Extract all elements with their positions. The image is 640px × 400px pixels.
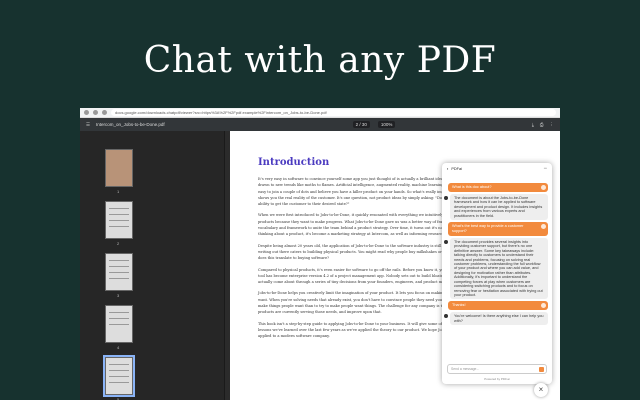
- download-icon[interactable]: ⤓: [532, 122, 534, 128]
- url-field[interactable]: docs.google.com/downloads.chatpdf/viewer…: [111, 109, 556, 116]
- message-text: The document is about the Jobs-to-be-Don…: [454, 196, 543, 218]
- powered-by: Powered by PDF.ai: [484, 377, 510, 381]
- page-thumbnail-selected[interactable]: [103, 355, 135, 397]
- ai-message: You're welcome! Is there anything else I…: [444, 312, 548, 326]
- more-icon[interactable]: ⋮: [550, 122, 555, 128]
- message-text: Thanks!: [452, 303, 466, 308]
- hero-title: Chat with any PDF: [143, 40, 497, 81]
- send-icon[interactable]: [539, 367, 544, 372]
- pdf-toolbar: ☰ Intercom_on_Jobs-to-be-Done.pdf 2 / 30…: [80, 118, 560, 131]
- address-bar-row: docs.google.com/downloads.chatpdf/viewer…: [80, 108, 560, 118]
- user-message: Thanks!: [448, 301, 548, 311]
- reload-icon[interactable]: [102, 110, 107, 115]
- message-text: What is this doc about?: [452, 185, 492, 189]
- chat-input-placeholder: Send a message...: [451, 367, 480, 371]
- message-text: You're welcome! Is there anything else I…: [454, 314, 544, 323]
- ai-avatar-icon: [444, 196, 448, 200]
- message-text: The document provides several insights i…: [454, 240, 543, 297]
- chat-subtitle: [442, 175, 552, 181]
- zoom-level[interactable]: 100%: [377, 121, 396, 128]
- menu-icon[interactable]: ☰: [86, 122, 90, 128]
- message-text: What's the best way to provide a custome…: [452, 224, 524, 234]
- chat-input[interactable]: Send a message...: [447, 364, 547, 374]
- ai-message: The document provides several insights i…: [444, 238, 548, 300]
- thumbnail-number: 2: [117, 241, 120, 246]
- page-indicator[interactable]: 2 / 30: [352, 121, 370, 128]
- app-name: PDFai: [451, 167, 462, 171]
- thumbnail-number: 3: [117, 293, 120, 298]
- page-thumbnail[interactable]: [105, 201, 133, 239]
- print-icon[interactable]: ⎙: [540, 122, 544, 128]
- chat-header: ▪ PDFai −: [442, 163, 552, 175]
- thumbnail-sidebar: 1 2 3 4 5: [80, 131, 225, 400]
- user-avatar-icon: [541, 303, 546, 309]
- user-message: What's the best way to provide a custome…: [448, 222, 548, 237]
- user-avatar-icon: [541, 185, 546, 190]
- ai-message: The document is about the Jobs-to-be-Don…: [444, 194, 548, 221]
- page-thumbnail[interactable]: [105, 149, 133, 187]
- page-thumbnail[interactable]: [105, 253, 133, 291]
- ai-avatar-icon: [444, 240, 448, 245]
- chat-panel: ▪ PDFai − What is this doc about? The do…: [442, 163, 552, 384]
- forward-icon[interactable]: [93, 110, 98, 115]
- user-avatar-icon: [541, 224, 546, 230]
- pdf-filename: Intercom_on_Jobs-to-be-Done.pdf: [96, 122, 165, 127]
- app-logo-icon: ▪: [447, 167, 449, 171]
- user-message: What is this doc about?: [448, 183, 548, 192]
- thumbnail-number: 4: [117, 345, 120, 350]
- back-icon[interactable]: [84, 110, 89, 115]
- close-icon[interactable]: −: [543, 166, 547, 172]
- thumbnail-number: 1: [117, 189, 120, 194]
- page-thumbnail[interactable]: [105, 305, 133, 343]
- ai-avatar-icon: [444, 314, 448, 319]
- close-chat-button[interactable]: ×: [534, 383, 548, 397]
